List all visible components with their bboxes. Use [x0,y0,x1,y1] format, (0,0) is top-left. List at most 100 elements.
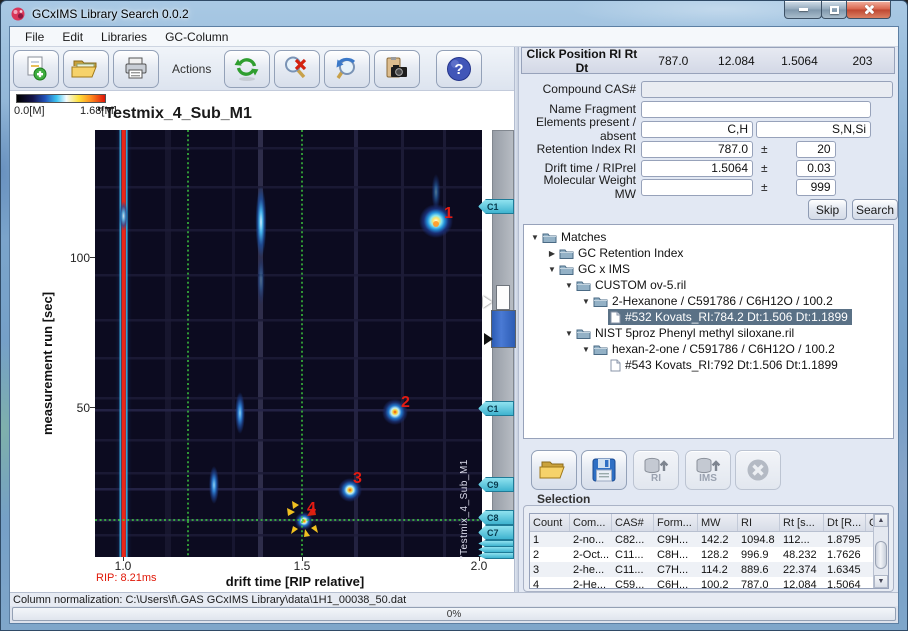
col-ri[interactable]: RI [738,514,780,531]
add-to-ims-library-button[interactable]: IMS [685,450,731,490]
menu-libraries[interactable]: Libraries [92,28,156,46]
rip-value-label: RIP: 8.21ms [96,572,157,584]
drift-time-field[interactable]: 1.5064 [641,160,753,177]
minimize-icon [799,8,808,11]
x-tick-2: 2.0 [466,559,492,573]
compound-cas-label: Compound CAS# [519,82,641,96]
save-selection-button[interactable] [581,450,627,490]
add-to-ri-library-button[interactable]: RI [633,450,679,490]
clear-search-button[interactable] [274,50,320,88]
peak-label-2: 2 [401,394,410,411]
carbon-tag-c1a[interactable]: C1 [478,199,514,214]
col-rt[interactable]: Rt [s... [780,514,824,531]
scroll-down-button[interactable]: ▼ [874,575,888,588]
expander-icon[interactable]: ▼ [564,329,574,338]
col-count[interactable]: Count [530,514,570,531]
help-button[interactable]: ? [436,50,482,88]
expander-icon[interactable]: ▼ [581,345,591,354]
close-button[interactable] [846,1,891,19]
scroll-up-button[interactable]: ▲ [874,514,888,527]
elements-absent-field[interactable]: S,N,Si [756,121,871,138]
open-file-button[interactable] [63,50,109,88]
retention-index-label: Retention Index RI [519,142,641,156]
retention-index-tolerance-field[interactable]: 20 [796,141,836,158]
new-file-button[interactable] [13,50,59,88]
camera-clipboard-icon [383,56,411,82]
tree-node-custom-ov5[interactable]: ▼ CUSTOM ov-5.ril [524,277,893,293]
search-button[interactable]: Search [852,199,898,220]
selected-match[interactable]: #532 Kovats_RI:784.2 Dt:1.506 Dt:1.1899 [608,309,852,325]
carbon-tag-c1b[interactable]: C1 [478,401,514,416]
menu-gc-column[interactable]: GC-Column [156,28,237,46]
molecular-weight-tolerance-field[interactable]: 999 [796,179,836,196]
tree-node-nist-library[interactable]: ▼ NIST 5proz Phenyl methyl siloxane.ril [524,325,893,341]
scrollbar-track[interactable] [874,527,888,575]
expander-icon[interactable]: ▼ [530,233,540,242]
col-compound[interactable]: Com... [570,514,612,531]
title-bar[interactable]: GCxIMS Library Search 0.0.2 [1,1,907,26]
col-formula[interactable]: Form... [654,514,698,531]
tree-node-gc-retention-index[interactable]: ▶ GC Retention Index [524,245,893,261]
expander-icon[interactable]: ▼ [547,265,557,274]
snapshot-button[interactable] [374,50,420,88]
carbon-tag-c8[interactable]: C8 [478,510,514,525]
reset-zoom-button[interactable] [324,50,370,88]
table-row[interactable]: 22-Oct...C11...C8H...128.2996.948.2321.7… [530,547,873,562]
tree-node-match-543[interactable]: #543 Kovats_RI:792 Dt:1.506 Dt:1.1899 [524,357,893,373]
scale-marker-black[interactable] [484,333,493,345]
table-scrollbar[interactable]: ▲ ▼ [873,514,888,588]
tree-node-match-532[interactable]: #532 Kovats_RI:784.2 Dt:1.506 Dt:1.1899 [524,309,893,325]
table-row[interactable]: 42-He...C59...C6H...100.2787.012.0841.50… [530,577,873,589]
delete-selection-button[interactable] [735,450,781,490]
minimize-button[interactable] [784,1,822,19]
elements-present-field[interactable]: C,H [641,121,753,138]
carbon-tag-stack[interactable] [478,540,514,547]
carbon-tag-c9[interactable]: C9 [478,477,514,492]
molecular-weight-field[interactable] [641,179,753,196]
tree-node-2-hexanone[interactable]: ▼ 2-Hexanone / C591786 / C6H12O / 100.2 [524,293,893,309]
open-folder-icon [71,56,101,82]
refresh-button[interactable] [224,50,270,88]
scrollbar-thumb[interactable] [875,541,887,569]
expander-icon[interactable]: ▼ [581,297,591,306]
scale-slider-thumb[interactable] [491,310,516,348]
retention-index-field[interactable]: 787.0 [641,141,753,158]
expander-icon[interactable]: ▶ [547,249,557,258]
load-selection-button[interactable] [531,450,577,490]
x-tick-1: 1.0 [110,559,136,573]
table-row[interactable]: 12-no...C82...C9H...142.21094.8112...1.8… [530,532,873,547]
compound-cas-field[interactable] [641,81,893,98]
col-dt[interactable]: Dt [R... [824,514,866,531]
table-row[interactable]: 32-he...C11...C7H...114.2889.622.3741.63… [530,562,873,577]
menu-edit[interactable]: Edit [53,28,92,46]
window-title: GCxIMS Library Search 0.0.2 [32,7,189,21]
matches-tree: ▼ Matches ▶ GC Retention Index ▼ GC x IM… [523,224,894,439]
status-bar: Column normalization: C:\Users\f\.GAS GC… [10,592,898,606]
carbon-tag-stack[interactable] [478,552,514,559]
tree-node-matches[interactable]: ▼ Matches [524,229,893,245]
col-cas[interactable]: CAS# [612,514,654,531]
drift-time-tolerance-field[interactable]: 0.03 [796,160,836,177]
molecular-weight-label: Molecular Weight MW [519,173,641,201]
heatmap-plot[interactable]: 1 2 3 4 [95,130,482,557]
scale-slider-upper[interactable] [496,285,510,310]
click-position-ri: 787.0 [642,54,705,68]
plusminus-symbol: ± [761,180,768,194]
carbon-tag-c7[interactable]: C7 [478,525,514,540]
maximize-button[interactable] [821,1,847,19]
skip-button[interactable]: Skip [808,199,847,220]
folder-icon [559,263,574,275]
carbon-tag-stack[interactable] [478,546,514,553]
scale-marker-white[interactable] [483,296,492,308]
tree-node-hexan-2-one[interactable]: ▼ hexan-2-one / C591786 / C6H12O / 100.2 [524,341,893,357]
col-comment[interactable]: Com... [866,514,873,531]
print-button[interactable] [113,50,159,88]
col-mw[interactable]: MW [698,514,738,531]
expander-icon[interactable]: ▼ [564,281,574,290]
menu-file[interactable]: File [16,28,53,46]
name-fragment-field[interactable] [641,101,871,118]
plusminus-symbol: ± [761,161,768,175]
tree-node-gc-x-ims[interactable]: ▼ GC x IMS [524,261,893,277]
close-icon [863,4,874,15]
scale-scrollbar[interactable] [492,130,514,557]
